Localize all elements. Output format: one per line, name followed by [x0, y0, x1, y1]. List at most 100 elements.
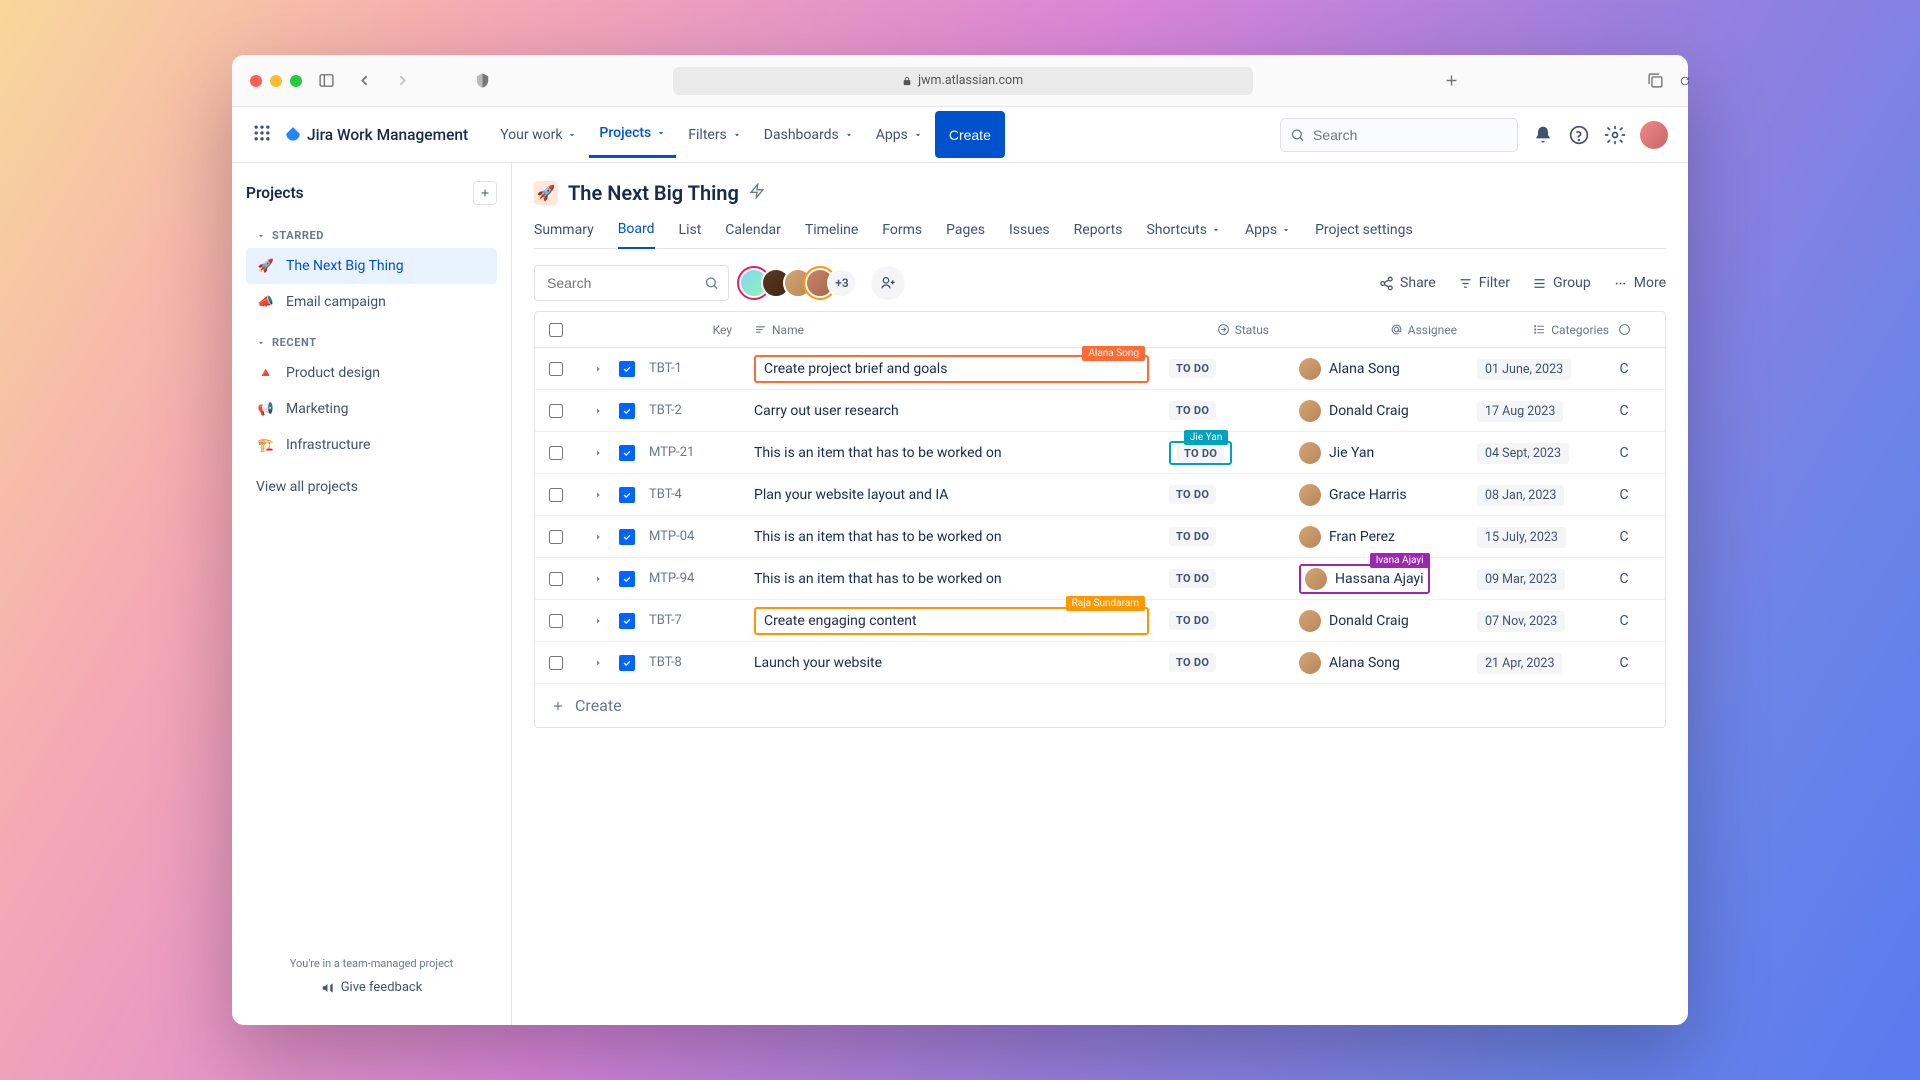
issue-status[interactable]: TO DO [1159, 527, 1299, 546]
table-row[interactable]: TBT-8 Launch your website TO DO Alana So… [535, 642, 1665, 684]
issue-name[interactable]: This is an item that has to be worked on [754, 529, 1159, 545]
issue-key[interactable]: TBT-2 [649, 403, 754, 418]
issue-name[interactable]: Create engaging contentRaja Sundaram [754, 607, 1159, 635]
add-people-button[interactable] [871, 266, 905, 300]
sidebar-item-infrastructure[interactable]: 🏗️Infrastructure [246, 427, 497, 463]
tab-issues[interactable]: Issues [1009, 211, 1050, 248]
tab-list[interactable]: List [679, 211, 702, 248]
tab-calendar[interactable]: Calendar [725, 211, 781, 248]
row-checkbox[interactable] [549, 656, 563, 670]
share-button[interactable]: Share [1379, 275, 1436, 291]
issue-name[interactable]: This is an item that has to be worked on [754, 445, 1159, 461]
reload-icon[interactable] [1680, 76, 1688, 86]
issue-key[interactable]: TBT-1 [649, 361, 754, 376]
automation-icon[interactable] [749, 183, 765, 203]
tabs-icon[interactable] [1642, 71, 1670, 91]
issue-name[interactable]: Plan your website layout and IA [754, 487, 1159, 503]
forward-icon[interactable] [388, 71, 416, 91]
issue-key[interactable]: TBT-7 [649, 613, 754, 628]
tab-project-settings[interactable]: Project settings [1315, 211, 1413, 248]
tab-timeline[interactable]: Timeline [805, 211, 858, 248]
sidebar-item-productdesign[interactable]: 🔺Product design [246, 355, 497, 391]
table-row[interactable]: TBT-1 Create project brief and goalsAlan… [535, 348, 1665, 390]
issue-status[interactable]: TO DO [1159, 653, 1299, 672]
expand-row[interactable] [577, 532, 619, 542]
help-icon[interactable] [1568, 124, 1590, 146]
notifications-icon[interactable] [1532, 124, 1554, 146]
traffic-lights[interactable] [250, 75, 302, 87]
presence-avatars[interactable]: +3 [739, 268, 857, 298]
col-key[interactable]: Key [649, 323, 754, 337]
expand-row[interactable] [577, 406, 619, 416]
tab-board[interactable]: Board [618, 211, 655, 249]
expand-row[interactable] [577, 448, 619, 458]
sidebar-item-nextbigthing[interactable]: 🚀The Next Big Thing [246, 248, 497, 284]
issue-status[interactable]: TO DOJie Yan [1159, 441, 1299, 465]
privacy-shield-icon[interactable] [468, 71, 496, 91]
issue-status[interactable]: TO DO [1159, 611, 1299, 630]
issue-assignee[interactable]: Alana Song [1299, 652, 1469, 674]
nav-filters[interactable]: Filters [678, 111, 752, 158]
board-search[interactable] [534, 265, 729, 301]
row-checkbox[interactable] [549, 404, 563, 418]
expand-row[interactable] [577, 616, 619, 626]
issue-key[interactable]: MTP-94 [649, 571, 754, 586]
row-checkbox[interactable] [549, 362, 563, 376]
add-column[interactable] [1609, 323, 1639, 336]
tab-summary[interactable]: Summary [534, 211, 594, 248]
tab-reports[interactable]: Reports [1074, 211, 1123, 248]
feedback-link[interactable]: Give feedback [246, 980, 497, 995]
filter-button[interactable]: Filter [1458, 275, 1510, 291]
tab-shortcuts[interactable]: Shortcuts [1146, 211, 1221, 248]
issue-name[interactable]: This is an item that has to be worked on [754, 571, 1159, 587]
sidebar-toggle-icon[interactable] [312, 71, 340, 91]
expand-row[interactable] [577, 658, 619, 668]
nav-apps[interactable]: Apps [866, 111, 933, 158]
jira-logo[interactable]: Jira Work Management [284, 126, 468, 144]
table-row[interactable]: MTP-21 This is an item that has to be wo… [535, 432, 1665, 474]
table-row[interactable]: TBT-7 Create engaging contentRaja Sundar… [535, 600, 1665, 642]
table-row[interactable]: TBT-4 Plan your website layout and IA TO… [535, 474, 1665, 516]
view-all-projects-link[interactable]: View all projects [246, 469, 497, 505]
col-status[interactable]: Status [1159, 323, 1299, 337]
address-bar[interactable]: jwm.atlassian.com [673, 67, 1253, 95]
group-button[interactable]: Group [1532, 275, 1591, 291]
issue-assignee[interactable]: Donald Craig [1299, 610, 1469, 632]
table-row[interactable]: MTP-94 This is an item that has to be wo… [535, 558, 1665, 600]
issue-assignee[interactable]: Fran Perez [1299, 526, 1469, 548]
user-avatar[interactable] [1640, 121, 1668, 149]
issue-assignee[interactable]: Alana Song [1299, 358, 1469, 380]
tab-pages[interactable]: Pages [946, 211, 985, 248]
issue-status[interactable]: TO DO [1159, 485, 1299, 504]
sidebar-item-emailcampaign[interactable]: 📣Email campaign [246, 284, 497, 320]
table-row[interactable]: TBT-2 Carry out user research TO DO Dona… [535, 390, 1665, 432]
issue-status[interactable]: TO DO [1159, 569, 1299, 588]
issue-key[interactable]: MTP-21 [649, 445, 754, 460]
starred-section[interactable]: STARRED [256, 229, 497, 242]
create-button[interactable]: Create [935, 111, 1005, 158]
issue-assignee[interactable]: Jie Yan [1299, 442, 1469, 464]
issue-key[interactable]: MTP-04 [649, 529, 754, 544]
issue-status[interactable]: TO DO [1159, 401, 1299, 420]
app-switcher-icon[interactable] [252, 123, 276, 147]
issue-status[interactable]: TO DO [1159, 359, 1299, 378]
row-checkbox[interactable] [549, 488, 563, 502]
expand-row[interactable] [577, 574, 619, 584]
col-assignee[interactable]: Assignee [1299, 323, 1469, 337]
issue-assignee[interactable]: Grace Harris [1299, 484, 1469, 506]
more-button[interactable]: More [1613, 275, 1666, 291]
nav-your-work[interactable]: Your work [490, 111, 587, 158]
expand-row[interactable] [577, 490, 619, 500]
table-row[interactable]: MTP-04 This is an item that has to be wo… [535, 516, 1665, 558]
add-project-button[interactable] [473, 181, 497, 205]
board-search-input[interactable] [534, 265, 729, 301]
new-tab-icon[interactable] [1437, 71, 1465, 91]
sidebar-item-marketing[interactable]: 📢Marketing [246, 391, 497, 427]
recent-section[interactable]: RECENT [256, 336, 497, 349]
expand-row[interactable] [577, 364, 619, 374]
back-icon[interactable] [350, 71, 378, 91]
global-search[interactable] [1280, 118, 1518, 152]
col-name[interactable]: Name [754, 323, 1159, 337]
avatar-more[interactable]: +3 [827, 268, 857, 298]
issue-name[interactable]: Launch your website [754, 655, 1159, 671]
